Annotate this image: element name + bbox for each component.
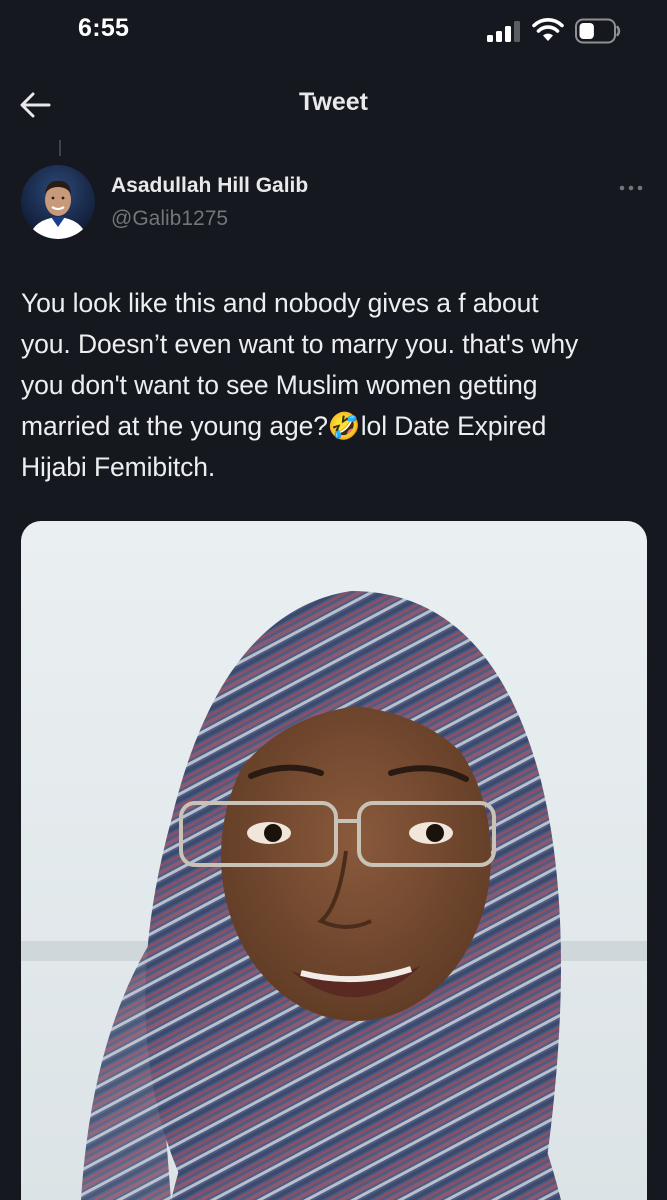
- page-title: Tweet: [299, 88, 368, 116]
- battery-icon: [575, 18, 621, 44]
- more-options-button[interactable]: [614, 178, 648, 198]
- tweet-text-line: you. Doesn’t even want to marry you. tha…: [21, 329, 579, 359]
- author-handle[interactable]: @Galib1275: [111, 207, 228, 231]
- tweet-text-line: Hijabi Femibitch.: [21, 452, 216, 482]
- tweet-text-line: married at the young age?🤣lol Date Expir…: [21, 411, 547, 441]
- tweet-text: You look like this and nobody gives a f …: [21, 283, 641, 488]
- thread-line: [59, 140, 61, 156]
- wifi-icon: [532, 18, 564, 41]
- cellular-signal-icon: [487, 21, 520, 42]
- status-time: 6:55: [78, 14, 130, 42]
- avatar[interactable]: [21, 165, 95, 239]
- author-name[interactable]: Asadullah Hill Galib: [111, 174, 308, 198]
- header: Tweet: [0, 70, 667, 140]
- tweet-photo[interactable]: [21, 521, 647, 1200]
- tweet-text-line: You look like this and nobody gives a f …: [21, 288, 539, 318]
- status-bar: 6:55: [0, 0, 667, 64]
- more-horizontal-icon: [619, 185, 643, 191]
- tweet-text-line: you don't want to see Muslim women getti…: [21, 370, 538, 400]
